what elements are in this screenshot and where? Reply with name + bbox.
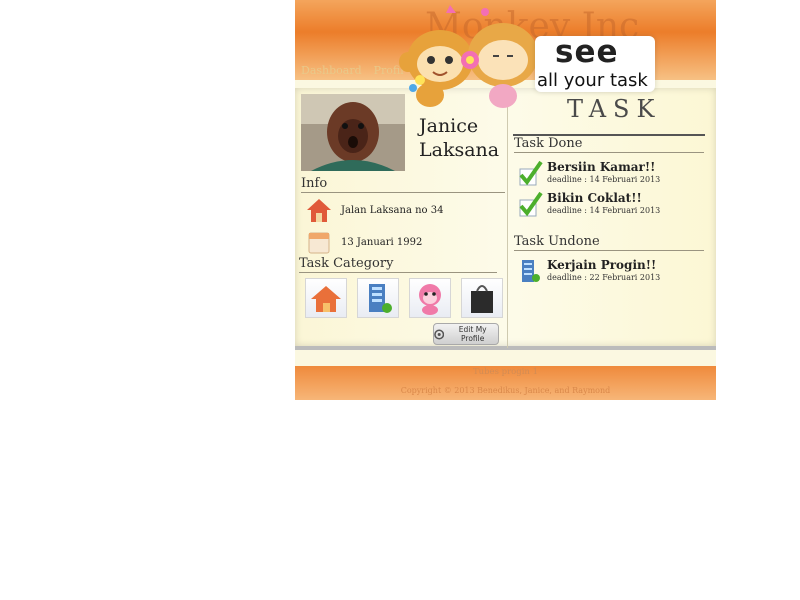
task-done-item[interactable]: Bersiin Kamar!! deadline : 14 Februari 2… xyxy=(517,160,660,186)
task-deadline: deadline : 14 Februari 2013 xyxy=(547,206,661,215)
task-title: Bersiin Kamar!! xyxy=(547,160,656,174)
task-title: Kerjain Progin!! xyxy=(547,258,657,272)
address-text: Jalan Laksana no 34 xyxy=(341,204,444,216)
birthdate-row: 13 Januari 1992 xyxy=(305,228,422,256)
task-category-title: Task Category xyxy=(299,256,394,271)
office-building-icon xyxy=(369,284,392,313)
task-deadline: deadline : 22 Februari 2013 xyxy=(547,273,661,282)
check-icon xyxy=(519,191,543,217)
birthdate-text: 13 Januari 1992 xyxy=(341,236,423,248)
check-icon xyxy=(519,160,543,186)
task-undone-item[interactable]: Kerjain Progin!! deadline : 22 Februari … xyxy=(517,258,660,284)
category-rule xyxy=(299,272,497,273)
category-shopping-button[interactable] xyxy=(461,278,503,318)
task-heading: TASK xyxy=(567,95,662,123)
task-undone-rule xyxy=(514,250,704,251)
task-done-title: Task Done xyxy=(514,136,583,151)
orangutan-photo xyxy=(301,94,405,171)
category-office-button[interactable] xyxy=(357,278,399,318)
house-icon xyxy=(307,199,331,222)
shopping-bag-icon xyxy=(471,285,493,313)
task-done-item-text: Bikin Coklat!! deadline : 14 Februari 20… xyxy=(547,191,660,215)
edit-profile-button[interactable]: Edit My Profile xyxy=(433,323,499,345)
category-home-button[interactable] xyxy=(305,278,347,318)
office-building-icon xyxy=(522,260,540,282)
task-undone-title: Task Undone xyxy=(514,234,600,249)
info-title: Info xyxy=(301,176,328,191)
edit-profile-label: Edit My Profile xyxy=(458,325,487,343)
info-rule xyxy=(301,192,505,193)
category-monkey-button[interactable] xyxy=(409,278,451,318)
banner-subtitle: all your task xyxy=(537,70,648,91)
app-window: Monkey Inc Dashboard Profil see all your… xyxy=(295,0,716,400)
calendar-icon xyxy=(308,232,330,254)
nav-item-dashboard[interactable]: Dashboard xyxy=(295,60,368,80)
task-undone-item-text: Kerjain Progin!! deadline : 22 Februari … xyxy=(547,258,660,282)
task-deadline: deadline : 14 Februari 2013 xyxy=(547,175,661,184)
pink-monkey-icon xyxy=(419,284,441,315)
task-done-item[interactable]: Bikin Coklat!! deadline : 14 Februari 20… xyxy=(517,191,660,217)
address-row: Jalan Laksana no 34 xyxy=(305,196,443,224)
avatar xyxy=(301,94,405,171)
copyright-text: Copyright © 2013 Benedikus, Janice, and … xyxy=(400,386,611,395)
home-icon xyxy=(311,286,341,312)
monkey-couple-icon xyxy=(399,5,538,108)
task-done-rule xyxy=(514,152,704,153)
footer-title: Tubes progin 1 xyxy=(472,367,539,377)
task-title: Bikin Coklat!! xyxy=(547,191,642,205)
gear-icon xyxy=(434,328,445,340)
banner-see-text: see xyxy=(555,34,619,70)
task-done-item-text: Bersiin Kamar!! deadline : 14 Februari 2… xyxy=(547,160,660,184)
user-name: Janice Laksana xyxy=(419,115,500,161)
